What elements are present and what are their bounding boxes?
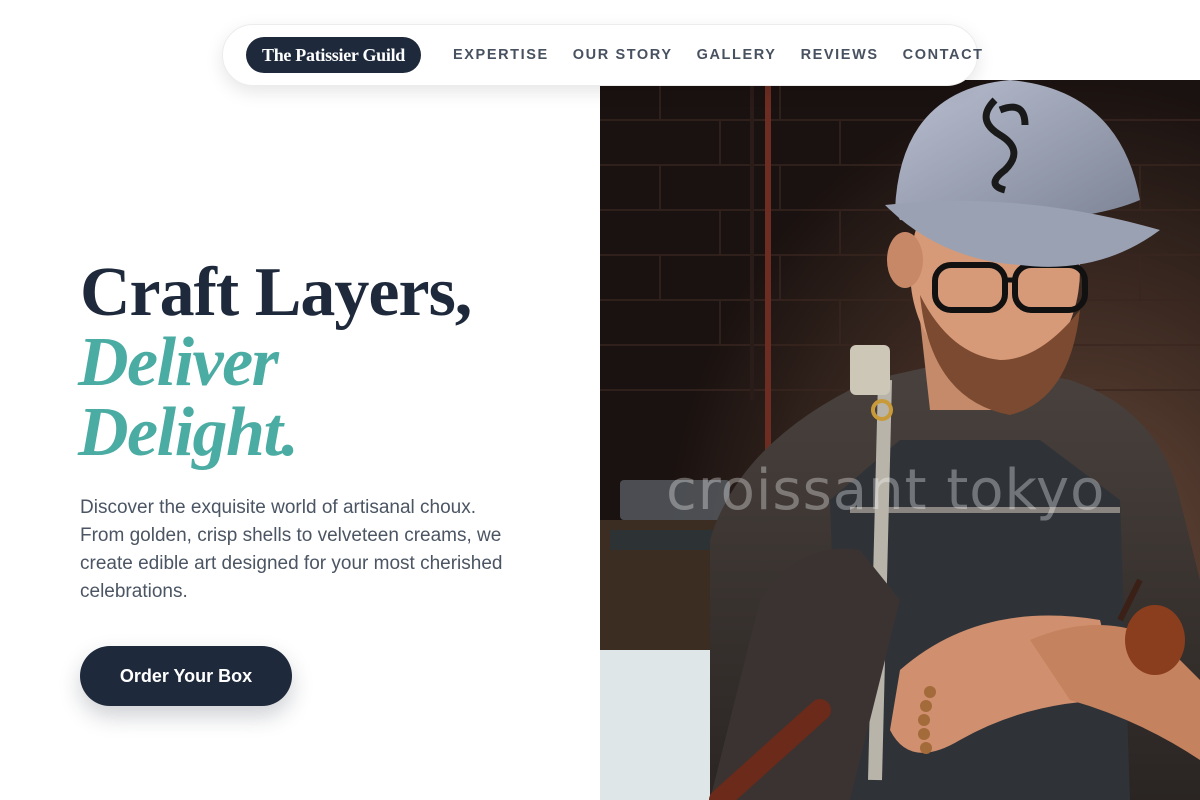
brand-logo-button[interactable]: The Patissier Guild bbox=[246, 37, 421, 73]
pastry-chef-illustration bbox=[600, 80, 1200, 800]
nav-link-contact[interactable]: CONTACT bbox=[903, 47, 984, 63]
nav-link-our-story[interactable]: OUR STORY bbox=[573, 47, 673, 63]
order-box-button[interactable]: Order Your Box bbox=[80, 646, 292, 706]
nav-link-reviews[interactable]: REVIEWS bbox=[801, 47, 879, 63]
headline-line-1: Craft Layers, bbox=[80, 254, 472, 331]
hero-photo: croissant tokyo bbox=[600, 80, 1200, 800]
top-navigation: The Patissier Guild EXPERTISE OUR STORY … bbox=[222, 24, 982, 86]
nav-link-expertise[interactable]: EXPERTISE bbox=[453, 47, 549, 63]
headline-line-2: Deliver bbox=[78, 324, 279, 401]
hero-headline: Craft Layers, Deliver Delight. bbox=[78, 254, 600, 471]
nav-links: EXPERTISE OUR STORY GALLERY REVIEWS CONT… bbox=[437, 47, 984, 63]
headline-line-3: Delight. bbox=[78, 394, 299, 471]
hero-description: Discover the exquisite world of artisana… bbox=[80, 497, 503, 602]
photo-watermark: croissant tokyo bbox=[666, 458, 1106, 523]
nav-link-gallery[interactable]: GALLERY bbox=[697, 47, 777, 63]
